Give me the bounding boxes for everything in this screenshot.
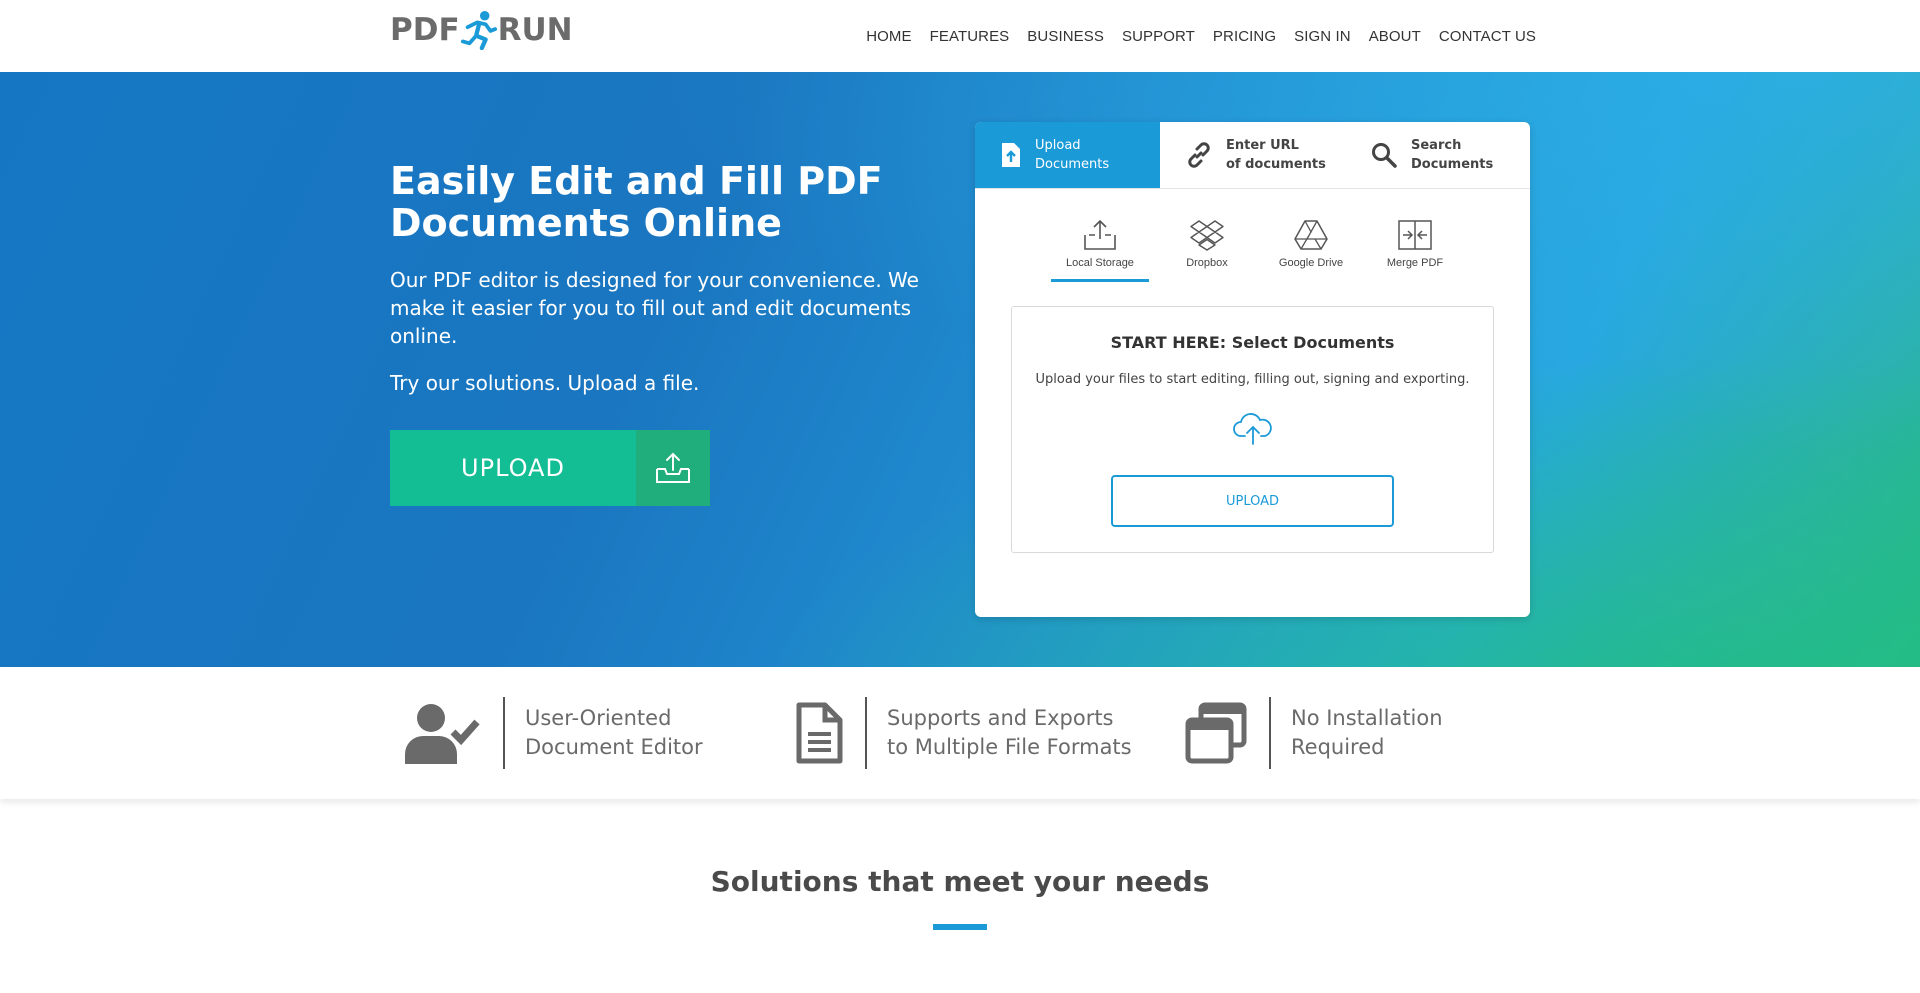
nav-about[interactable]: ABOUT bbox=[1369, 28, 1421, 45]
upload-sources: Local Storage Dropbox Google Drive Merge… bbox=[1051, 219, 1467, 282]
logo-text-left: PDF bbox=[390, 12, 460, 48]
hero-upload-button[interactable]: UPLOAD bbox=[390, 430, 710, 506]
nav-pricing[interactable]: PRICING bbox=[1213, 28, 1276, 45]
source-google-drive-label: Google Drive bbox=[1278, 257, 1344, 269]
feature-text: User-Oriented Document Editor bbox=[525, 704, 703, 762]
feature-line2: to Multiple File Formats bbox=[887, 735, 1132, 759]
hero-try-text: Try our solutions. Upload a file. bbox=[390, 371, 700, 395]
nav-business[interactable]: BUSINESS bbox=[1027, 28, 1104, 45]
source-merge-pdf[interactable]: Merge PDF bbox=[1363, 219, 1467, 282]
file-upload-icon bbox=[1002, 143, 1020, 167]
feature-divider bbox=[865, 697, 867, 769]
tab-url-line1: Enter URL bbox=[1226, 138, 1299, 153]
local-storage-icon bbox=[1084, 219, 1116, 250]
feature-line1: No Installation bbox=[1291, 706, 1443, 730]
tab-enter-url[interactable]: Enter URL of documents bbox=[1160, 122, 1345, 188]
tab-search-documents[interactable]: Search Documents bbox=[1345, 122, 1530, 188]
feature-text: No Installation Required bbox=[1291, 704, 1443, 762]
feature-user-oriented: User-Oriented Document Editor bbox=[405, 697, 703, 769]
link-icon bbox=[1188, 142, 1210, 168]
tab-upload-label: Upload Documents bbox=[1035, 136, 1109, 174]
tab-url-line2: of documents bbox=[1226, 157, 1326, 172]
feature-line1: User-Oriented bbox=[525, 706, 672, 730]
upload-tabs: Upload Documents Enter URL of documents bbox=[975, 122, 1530, 189]
feature-no-installation: No Installation Required bbox=[1185, 697, 1443, 769]
feature-divider bbox=[1269, 697, 1271, 769]
tab-search-line1: Search bbox=[1411, 138, 1462, 153]
source-dropbox-label: Dropbox bbox=[1186, 257, 1228, 269]
pdfrun-logo[interactable]: PDF RUN bbox=[390, 10, 573, 50]
card-upload-button[interactable]: UPLOAD bbox=[1111, 475, 1394, 527]
logo-text-right: RUN bbox=[497, 12, 573, 48]
google-drive-icon bbox=[1294, 220, 1328, 250]
source-dropbox[interactable]: Dropbox bbox=[1155, 219, 1259, 282]
nav-sign-in[interactable]: SIGN IN bbox=[1294, 28, 1351, 45]
inbox-upload-icon bbox=[636, 430, 710, 506]
feature-line1: Supports and Exports bbox=[887, 706, 1114, 730]
source-local-storage-label: Local Storage bbox=[1066, 257, 1134, 269]
tab-search-line2: Documents bbox=[1411, 157, 1494, 172]
runner-logo-icon bbox=[460, 11, 497, 50]
hero-section: Easily Edit and Fill PDF Documents Onlin… bbox=[0, 72, 1920, 667]
feature-line2: Document Editor bbox=[525, 735, 703, 759]
select-documents-subtitle: Upload your files to start editing, fill… bbox=[1035, 372, 1470, 387]
nav-support[interactable]: SUPPORT bbox=[1122, 28, 1195, 45]
nav-home[interactable]: HOME bbox=[866, 28, 911, 45]
tab-search-label: Search Documents bbox=[1411, 136, 1493, 174]
feature-text: Supports and Exports to Multiple File Fo… bbox=[887, 704, 1132, 762]
tab-url-label: Enter URL of documents bbox=[1226, 136, 1326, 174]
source-local-storage[interactable]: Local Storage bbox=[1051, 219, 1149, 282]
windows-icon bbox=[1185, 702, 1247, 764]
hero-title: Easily Edit and Fill PDF Documents Onlin… bbox=[390, 159, 883, 245]
user-check-icon bbox=[405, 704, 480, 764]
tab-upload-line2: Documents bbox=[1035, 157, 1110, 172]
upload-card: Upload Documents Enter URL of documents bbox=[975, 122, 1530, 617]
dropbox-icon bbox=[1190, 220, 1224, 251]
merge-pdf-icon bbox=[1398, 220, 1432, 250]
hero-upload-label: UPLOAD bbox=[390, 430, 636, 506]
features-strip: User-Oriented Document Editor Supports a… bbox=[0, 667, 1920, 799]
cloud-upload-icon bbox=[1233, 413, 1272, 445]
select-documents-title: START HERE: Select Documents bbox=[1110, 333, 1395, 352]
solutions-title: Solutions that meet your needs bbox=[710, 865, 1210, 898]
feature-file-formats: Supports and Exports to Multiple File Fo… bbox=[795, 697, 1132, 769]
feature-divider bbox=[503, 697, 505, 769]
search-icon bbox=[1372, 143, 1397, 168]
source-google-drive[interactable]: Google Drive bbox=[1259, 219, 1363, 282]
site-header: PDF RUN HOME FEATURES BUSINESS SUPPORT P… bbox=[0, 0, 1920, 72]
main-nav: HOME FEATURES BUSINESS SUPPORT PRICING S… bbox=[866, 0, 1536, 72]
tab-upload-documents[interactable]: Upload Documents bbox=[975, 122, 1160, 188]
nav-features[interactable]: FEATURES bbox=[930, 28, 1010, 45]
select-documents-box: START HERE: Select Documents Upload your… bbox=[1011, 306, 1494, 553]
source-merge-pdf-label: Merge PDF bbox=[1386, 257, 1444, 269]
hero-description: Our PDF editor is designed for your conv… bbox=[390, 268, 919, 348]
solutions-underline bbox=[933, 924, 987, 930]
feature-line2: Required bbox=[1291, 735, 1385, 759]
tab-upload-line1: Upload bbox=[1035, 138, 1081, 153]
document-icon bbox=[796, 702, 843, 764]
nav-contact-us[interactable]: CONTACT US bbox=[1439, 28, 1536, 45]
